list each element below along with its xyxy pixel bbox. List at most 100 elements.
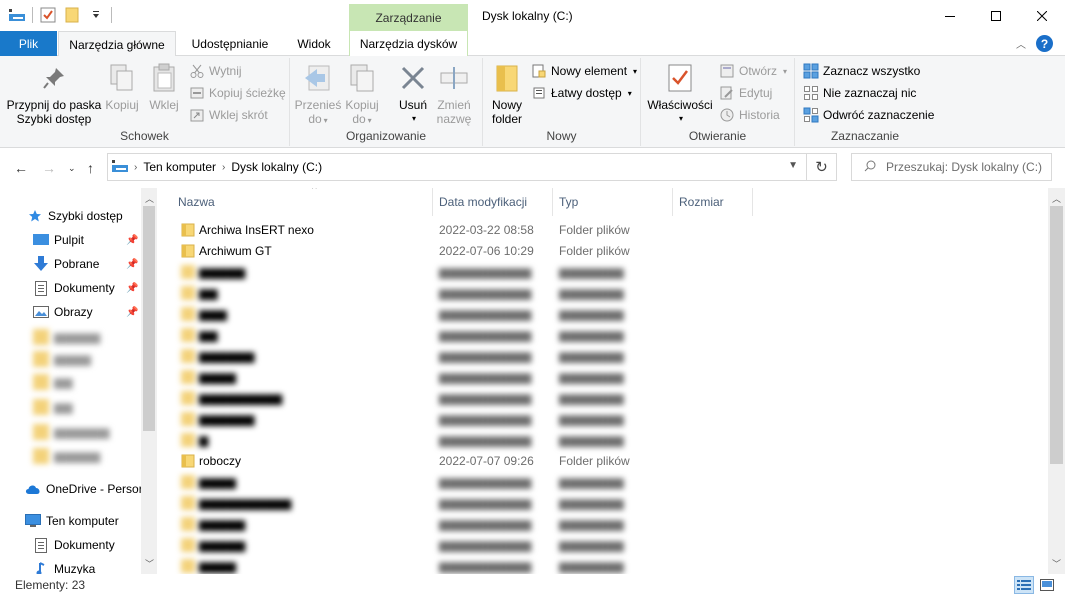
pin-quick-access-button[interactable]: Przypnij do paska Szybki dostęp [6, 62, 102, 126]
table-row[interactable]: ▆▆▆▆ ▆▆▆▆▆▆▆▆▆▆ ▆▆▆▆▆▆▆ [157, 472, 1048, 493]
tab-home[interactable]: Narzędzia główne [58, 31, 176, 57]
breadcrumb-chevron-icon[interactable]: › [134, 162, 137, 173]
large-icons-view-button[interactable] [1037, 576, 1057, 594]
explorer-app-icon[interactable] [8, 6, 26, 24]
properties-button[interactable]: Właściwości ▾ [647, 62, 713, 126]
nav-blurred-item[interactable]: ▆▆▆▆▆ [33, 445, 100, 467]
tab-view[interactable]: Widok [281, 31, 347, 56]
collapse-ribbon-icon[interactable]: ︿ [1016, 36, 1026, 51]
content-scrollbar-thumb[interactable] [1050, 206, 1063, 464]
search-input[interactable]: Przeszukaj: Dysk lokalny (C:) [851, 153, 1052, 181]
copy-button[interactable]: Kopiuj [104, 62, 140, 112]
table-row[interactable]: ▆▆▆▆▆▆▆▆▆▆ ▆▆▆▆▆▆▆▆▆▆ ▆▆▆▆▆▆▆ [157, 493, 1048, 514]
new-folder-icon[interactable] [63, 6, 81, 24]
select-none-button[interactable]: Nie zaznaczaj nic [803, 83, 916, 103]
minimize-button[interactable] [927, 0, 973, 31]
nav-pictures[interactable]: Obrazy [33, 301, 93, 323]
details-view-button[interactable] [1014, 576, 1034, 594]
move-to-button[interactable]: Przenieś do ▾ [295, 62, 341, 128]
cut-button[interactable]: Wytnij [189, 61, 242, 81]
table-row[interactable]: ▆▆▆▆ ▆▆▆▆▆▆▆▆▆▆ ▆▆▆▆▆▆▆ [157, 556, 1048, 574]
table-row[interactable]: ▆ ▆▆▆▆▆▆▆▆▆▆ ▆▆▆▆▆▆▆ [157, 430, 1048, 451]
open-button[interactable]: Otwórz ▾ [719, 61, 787, 81]
details-view-icon [1017, 580, 1031, 590]
column-header-size[interactable]: Rozmiar [673, 188, 753, 216]
rename-button[interactable]: Zmień nazwę [434, 62, 474, 126]
edit-button[interactable]: Edytuj [719, 83, 772, 103]
scroll-down-arrow-icon[interactable]: ﹀ [145, 557, 154, 570]
breadcrumb-local-disk[interactable]: Dysk lokalny (C:) [231, 160, 322, 174]
nav-documents[interactable]: Dokumenty [33, 277, 115, 299]
tab-share[interactable]: Udostępnianie [179, 31, 281, 56]
scroll-up-arrow-icon[interactable]: ︿ [1052, 192, 1061, 205]
table-row[interactable]: ▆▆▆▆▆ ▆▆▆▆▆▆▆▆▆▆ ▆▆▆▆▆▆▆ [157, 535, 1048, 556]
table-row[interactable]: ▆▆▆▆▆▆▆▆▆ ▆▆▆▆▆▆▆▆▆▆ ▆▆▆▆▆▆▆ [157, 388, 1048, 409]
maximize-button[interactable] [973, 0, 1019, 31]
pin-icon: 📌 [126, 259, 139, 270]
delete-button[interactable]: Usuń ▾ [394, 62, 432, 126]
nav-scrollbar-thumb[interactable] [143, 206, 155, 431]
new-item-button[interactable]: Nowy element ▾ [531, 61, 637, 81]
copy-to-button[interactable]: Kopiuj do ▾ [342, 62, 382, 128]
up-arrow-icon[interactable]: ↑ [87, 160, 94, 176]
properties-icon[interactable] [39, 6, 57, 24]
address-dropdown-icon[interactable]: ▼ [788, 160, 798, 171]
tab-file[interactable]: Plik [0, 31, 57, 56]
recent-locations-icon[interactable]: ⌄ [68, 163, 76, 174]
nav-blurred-item[interactable]: ▆▆▆▆▆▆ [33, 421, 109, 443]
scroll-up-arrow-icon[interactable]: ︿ [145, 192, 154, 205]
table-row[interactable]: ▆▆▆▆▆ ▆▆▆▆▆▆▆▆▆▆ ▆▆▆▆▆▆▆ [157, 262, 1048, 283]
table-row[interactable]: ▆▆ ▆▆▆▆▆▆▆▆▆▆ ▆▆▆▆▆▆▆ [157, 283, 1048, 304]
column-header-date[interactable]: Data modyfikacji [433, 188, 553, 216]
nav-blurred-item[interactable]: ▆▆▆▆ [33, 348, 91, 370]
forward-arrow-icon[interactable]: → [42, 160, 56, 176]
table-row[interactable]: ▆▆▆▆▆ ▆▆▆▆▆▆▆▆▆▆ ▆▆▆▆▆▆▆ [157, 514, 1048, 535]
nav-blurred-item[interactable]: ▆▆ [33, 371, 72, 393]
address-bar[interactable]: › Ten komputer › Dysk lokalny (C:) ▼ [107, 153, 807, 181]
scroll-down-arrow-icon[interactable]: ﹀ [1052, 557, 1061, 570]
table-row[interactable]: ▆▆▆ ▆▆▆▆▆▆▆▆▆▆ ▆▆▆▆▆▆▆ [157, 304, 1048, 325]
breadcrumb-chevron-icon[interactable]: › [222, 162, 225, 173]
nav-music[interactable]: Muzyka [33, 558, 95, 574]
close-button[interactable] [1019, 0, 1065, 31]
invert-selection-button[interactable]: Odwróć zaznaczenie [803, 105, 934, 125]
folder-icon [181, 454, 195, 468]
paste-shortcut-button[interactable]: Wklej skrót [189, 105, 268, 125]
refresh-button[interactable]: ↻ [807, 153, 837, 181]
ribbon-tabs: Plik Narzędzia główne Udostępnianie Wido… [0, 31, 1065, 57]
nav-downloads[interactable]: Pobrane [33, 253, 99, 275]
file-date: 2022-03-22 08:58 [439, 223, 534, 237]
table-row[interactable]: ▆▆▆▆▆▆ ▆▆▆▆▆▆▆▆▆▆ ▆▆▆▆▆▆▆ [157, 409, 1048, 430]
select-all-button[interactable]: Zaznacz wszystko [803, 61, 920, 81]
customize-qat-icon[interactable] [87, 6, 105, 24]
nav-quick-access[interactable]: Szybki dostęp [27, 205, 123, 227]
column-header-type[interactable]: Typ [553, 188, 673, 216]
new-folder-button[interactable]: Nowy folder [489, 62, 525, 126]
copy-path-button[interactable]: Kopiuj ścieżkę [189, 83, 286, 103]
tab-disk-tools[interactable]: Narzędzia dysków [349, 31, 468, 56]
nav-pc-documents[interactable]: Dokumenty [33, 534, 115, 556]
nav-this-pc[interactable]: Ten komputer [25, 510, 119, 532]
column-header-name[interactable]: Nazwa ^ [172, 188, 433, 216]
nav-onedrive[interactable]: OneDrive - Persor [25, 478, 143, 500]
back-arrow-icon[interactable]: ← [14, 160, 28, 176]
table-row[interactable]: ▆▆▆▆▆▆ ▆▆▆▆▆▆▆▆▆▆ ▆▆▆▆▆▆▆ [157, 346, 1048, 367]
nav-desktop[interactable]: Pulpit [33, 229, 84, 251]
nav-blurred-item[interactable]: ▆▆ [33, 396, 72, 418]
table-row[interactable]: roboczy 2022-07-07 09:26 Folder plików [157, 451, 1048, 472]
table-row[interactable]: ▆▆ ▆▆▆▆▆▆▆▆▆▆ ▆▆▆▆▆▆▆ [157, 325, 1048, 346]
nav-scrollbar[interactable]: ︿ ﹀ [141, 188, 157, 574]
content-scrollbar[interactable]: ︿ ﹀ [1048, 188, 1065, 574]
paste-button[interactable]: Wklej [145, 62, 183, 112]
table-row[interactable]: Archiwa InsERT nexo 2022-03-22 08:58 Fol… [157, 220, 1048, 241]
minimize-icon [945, 15, 955, 17]
help-icon[interactable]: ? [1036, 35, 1053, 52]
easy-access-button[interactable]: Łatwy dostęp ▾ [531, 83, 632, 103]
refresh-icon: ↻ [815, 159, 828, 176]
nav-blurred-item[interactable]: ▆▆▆▆▆ [33, 326, 100, 348]
breadcrumb-this-pc[interactable]: Ten komputer [143, 160, 216, 174]
history-button[interactable]: Historia [719, 105, 780, 125]
table-row[interactable]: ▆▆▆▆ ▆▆▆▆▆▆▆▆▆▆ ▆▆▆▆▆▆▆ [157, 367, 1048, 388]
table-row[interactable]: Archiwum GT 2022-07-06 10:29 Folder plik… [157, 241, 1048, 262]
download-arrow-icon [33, 256, 49, 272]
